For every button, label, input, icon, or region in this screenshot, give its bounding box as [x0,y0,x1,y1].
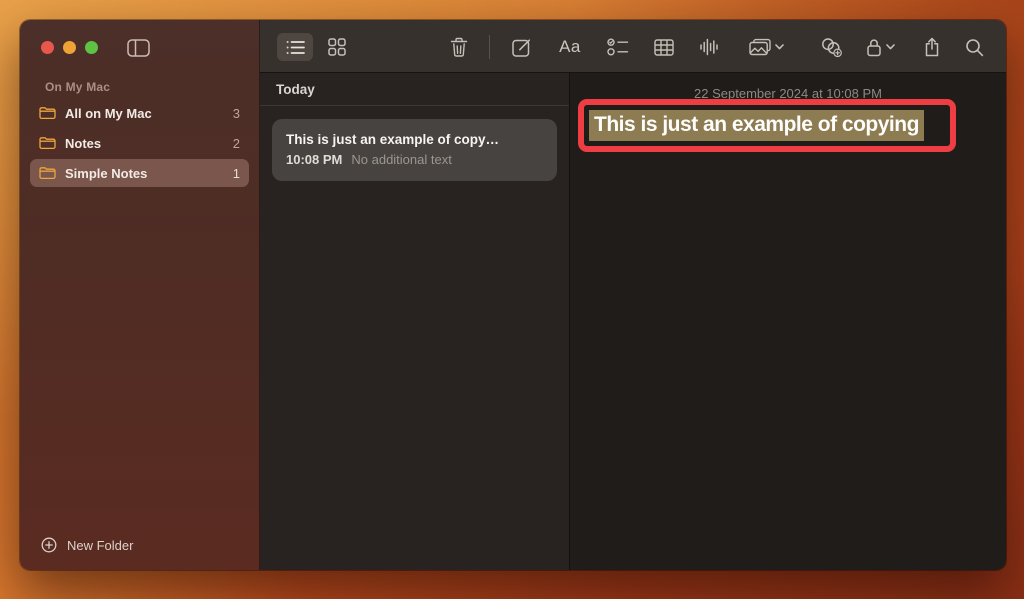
media-button[interactable] [743,33,789,61]
folder-label: All on My Mac [65,106,224,121]
zoom-button[interactable] [85,41,98,54]
format-text-icon: Aa [559,37,581,57]
format-button[interactable]: Aa [552,33,588,61]
new-folder-label: New Folder [67,538,133,553]
folder-icon [39,136,56,150]
lock-button[interactable] [858,33,902,61]
compose-icon [512,38,531,57]
table-icon [654,39,674,56]
sidebar-item-notes[interactable]: Notes 2 [30,129,249,157]
sidebar-toggle-icon [127,39,150,57]
chevron-down-icon [775,44,784,50]
folder-count-badge: 2 [233,136,240,151]
traffic-lights [41,41,98,54]
audio-waveform-icon [699,37,719,57]
sidebar-item-simple-notes[interactable]: Simple Notes 1 [30,159,249,187]
folder-label: Simple Notes [65,166,224,181]
note-list-item[interactable]: This is just an example of copy… 10:08 P… [272,119,557,181]
folder-list: All on My Mac 3 Notes 2 [30,99,249,189]
list-view-button[interactable] [277,33,313,61]
note-item-snippet: No additional text [351,152,451,167]
plus-circle-icon [41,537,57,553]
annotation-rectangle: This is just an example of copying [578,99,956,152]
note-item-title: This is just an example of copy… [286,132,543,147]
add-link-button[interactable] [813,33,849,61]
share-icon [924,37,940,57]
checklist-icon [607,38,629,56]
table-button[interactable] [646,33,682,61]
close-button[interactable] [41,41,54,54]
new-folder-button[interactable]: New Folder [33,533,141,557]
note-item-time: 10:08 PM [286,152,342,167]
folder-icon [39,106,56,120]
gallery-view-button[interactable] [319,33,355,61]
note-title-selected-text[interactable]: This is just an example of copying [589,110,924,141]
toolbar-divider [489,35,490,59]
sidebar-section-label: On My Mac [45,80,110,94]
share-button[interactable] [914,33,950,61]
search-icon [965,38,984,57]
folder-count-badge: 3 [233,106,240,121]
delete-note-button[interactable] [441,33,477,61]
checklist-button[interactable] [600,33,636,61]
notes-list-panel: Today This is just an example of copy… 1… [260,73,570,570]
folder-label: Notes [65,136,224,151]
note-editor[interactable]: 22 September 2024 at 10:08 PM This is ju… [570,73,1006,570]
gallery-view-icon [328,38,346,56]
lock-icon [866,38,882,57]
minimize-button[interactable] [63,41,76,54]
audio-button[interactable] [691,33,727,61]
media-icon [749,38,771,56]
sidebar: On My Mac All on My Mac 3 [20,20,260,570]
folder-icon [39,166,56,180]
toggle-sidebar-button[interactable] [124,37,152,59]
add-link-icon [820,37,843,58]
trash-icon [450,37,468,57]
toolbar: Aa [260,20,1006,73]
main-area: Aa [260,20,1006,570]
notes-window: On My Mac All on My Mac 3 [20,20,1006,570]
content-area: Today This is just an example of copy… 1… [260,73,1006,570]
sidebar-item-all-on-my-mac[interactable]: All on My Mac 3 [30,99,249,127]
notes-list-section-header: Today [260,73,569,106]
folder-count-badge: 1 [233,166,240,181]
new-note-button[interactable] [503,33,539,61]
list-view-icon [286,40,305,55]
chevron-down-icon [886,44,895,50]
search-button[interactable] [956,33,992,61]
